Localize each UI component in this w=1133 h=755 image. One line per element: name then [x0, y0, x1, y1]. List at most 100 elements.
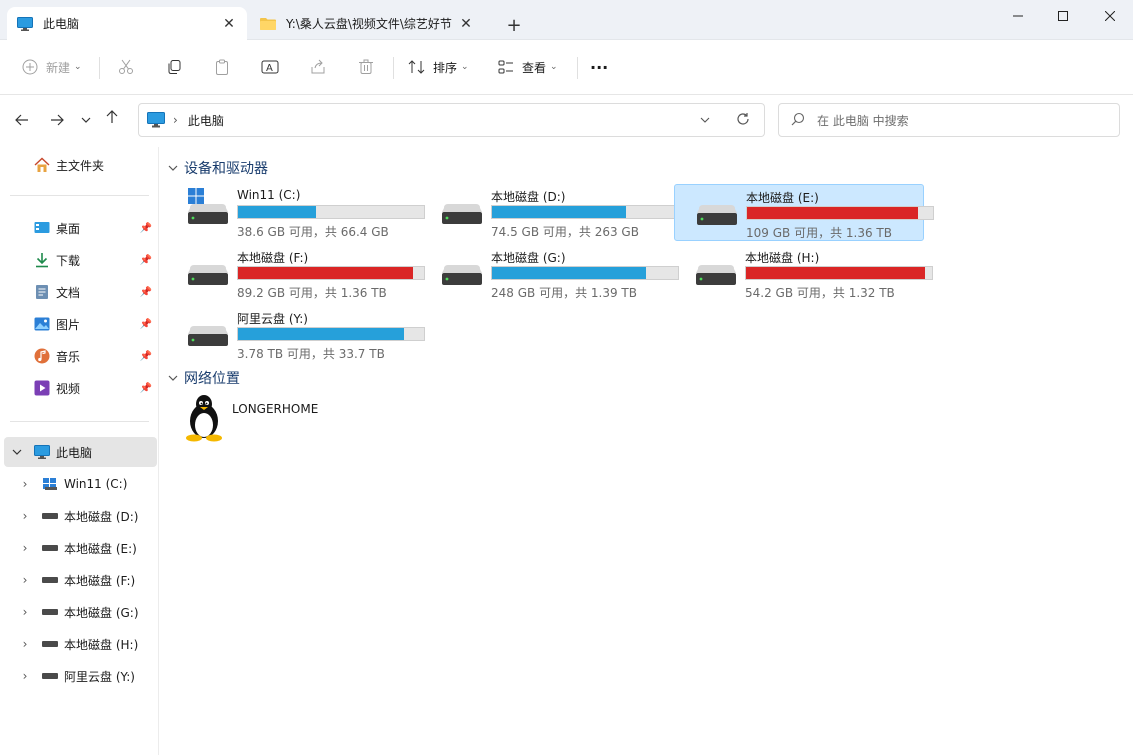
- drive-usage-bar: [237, 266, 425, 280]
- network-location-label: LONGERHOME: [232, 402, 319, 416]
- sidebar-item-music[interactable]: 音乐 📌: [0, 341, 157, 371]
- windows-logo-icon: [42, 476, 58, 492]
- tab-folder[interactable]: Y:\桑人云盘\视频文件\综艺好节 ✕: [250, 7, 484, 40]
- drive-tile[interactable]: 本地磁盘 (H:) 54.2 GB 可用，共 1.32 TB: [674, 245, 933, 302]
- pin-icon[interactable]: 📌: [140, 255, 152, 266]
- close-icon[interactable]: ✕: [458, 16, 474, 32]
- chevron-down-icon[interactable]: [168, 163, 178, 174]
- paste-button[interactable]: [212, 54, 232, 80]
- copy-icon: [164, 57, 184, 77]
- sidebar-item-drive-h[interactable]: › 本地磁盘 (H:): [0, 629, 157, 659]
- pin-icon[interactable]: 📌: [140, 351, 152, 362]
- sidebar-item-label: Win11 (C:): [64, 477, 128, 491]
- drive-usage-fill: [238, 328, 404, 340]
- delete-button[interactable]: [356, 54, 376, 80]
- sidebar-item-label: 音乐: [56, 349, 81, 364]
- drive-icon: [440, 261, 484, 289]
- clipboard-icon: [212, 57, 232, 77]
- close-window-button[interactable]: [1087, 0, 1133, 32]
- new-tab-button[interactable]: +: [500, 13, 528, 37]
- divider: [10, 195, 149, 196]
- sidebar-item-drive-y[interactable]: › 阿里云盘 (Y:): [0, 661, 157, 691]
- sidebar-item-label: 图片: [56, 317, 81, 332]
- minimize-button[interactable]: [995, 0, 1041, 32]
- sidebar-item-desktop[interactable]: 桌面 📌: [0, 213, 157, 243]
- sidebar-item-label: 阿里云盘 (Y:): [64, 669, 135, 684]
- navigation-bar: › 此电脑 在 此电脑 中搜索: [0, 95, 1133, 147]
- view-button[interactable]: 查看 ⌄: [496, 54, 558, 80]
- document-icon: [34, 284, 50, 300]
- sidebar-item-this-pc[interactable]: 此电脑: [4, 437, 157, 467]
- address-path[interactable]: 此电脑: [188, 112, 700, 129]
- sidebar-item-drive-g[interactable]: › 本地磁盘 (G:): [0, 597, 157, 627]
- share-button[interactable]: [308, 54, 328, 80]
- navigation-pane: 主文件夹 桌面 📌 下载 📌 文档 📌 图片 📌 音乐 📌 视频 📌 此电脑 ›…: [0, 147, 159, 755]
- pin-icon[interactable]: 📌: [140, 287, 152, 298]
- pin-icon[interactable]: 📌: [140, 383, 152, 394]
- drive-tile[interactable]: 本地磁盘 (G:) 248 GB 可用，共 1.39 TB: [420, 245, 679, 302]
- drive-name: 本地磁盘 (H:): [745, 251, 820, 265]
- pin-icon[interactable]: 📌: [140, 319, 152, 330]
- sidebar-item-drive-d[interactable]: › 本地磁盘 (D:): [0, 501, 157, 531]
- chevron-down-icon[interactable]: [10, 444, 24, 460]
- chevron-right-icon[interactable]: ›: [20, 572, 30, 588]
- sidebar-item-label: 文档: [56, 285, 81, 300]
- chevron-right-icon[interactable]: ›: [20, 636, 30, 652]
- chevron-right-icon[interactable]: ›: [20, 540, 30, 556]
- sidebar-item-drive-c[interactable]: › Win11 (C:): [0, 469, 157, 499]
- sidebar-item-drive-f[interactable]: › 本地磁盘 (F:): [0, 565, 157, 595]
- more-button[interactable]: ···: [590, 54, 608, 80]
- close-icon[interactable]: ✕: [221, 16, 237, 32]
- chevron-right-icon[interactable]: ›: [20, 668, 30, 684]
- chevron-down-icon: ⌄: [74, 62, 82, 72]
- sidebar-item-home[interactable]: 主文件夹: [0, 150, 157, 180]
- back-button[interactable]: [10, 109, 34, 131]
- drive-usage-bar: [237, 327, 425, 341]
- chevron-right-icon[interactable]: ›: [20, 604, 30, 620]
- chevron-down-icon[interactable]: [168, 373, 178, 384]
- sidebar-item-documents[interactable]: 文档 📌: [0, 277, 157, 307]
- network-section-header[interactable]: 网络位置: [168, 368, 240, 388]
- chevron-right-icon[interactable]: ›: [20, 476, 30, 492]
- drive-tile[interactable]: Win11 (C:) 38.6 GB 可用，共 66.4 GB: [166, 184, 425, 241]
- drive-icon: [42, 636, 58, 652]
- recent-locations-button[interactable]: [76, 109, 96, 131]
- close-icon: [1105, 11, 1115, 21]
- drive-usage-fill: [492, 206, 626, 218]
- sidebar-item-pictures[interactable]: 图片 📌: [0, 309, 157, 339]
- drive-usage-bar: [491, 266, 679, 280]
- drive-tile[interactable]: 本地磁盘 (D:) 74.5 GB 可用，共 263 GB: [420, 184, 679, 241]
- refresh-icon[interactable]: [736, 112, 756, 129]
- sidebar-item-label: 主文件夹: [56, 158, 105, 173]
- maximize-button[interactable]: [1040, 0, 1086, 32]
- forward-button[interactable]: [45, 109, 69, 131]
- address-bar[interactable]: › 此电脑: [138, 103, 765, 137]
- network-location-item[interactable]: LONGERHOME: [182, 392, 382, 442]
- sort-button[interactable]: 排序 ⌄: [407, 54, 469, 80]
- tab-this-pc[interactable]: 此电脑 ✕: [7, 7, 247, 40]
- sort-icon: [407, 57, 427, 77]
- pin-icon[interactable]: 📌: [140, 223, 152, 234]
- drive-tile[interactable]: 阿里云盘 (Y:) 3.78 TB 可用，共 33.7 TB: [166, 306, 425, 363]
- drive-icon: [694, 261, 738, 289]
- chevron-down-icon[interactable]: [700, 115, 720, 126]
- sidebar-item-downloads[interactable]: 下载 📌: [0, 245, 157, 275]
- desktop-icon: [34, 220, 50, 236]
- rename-button[interactable]: A: [260, 54, 280, 80]
- devices-section-header[interactable]: 设备和驱动器: [168, 158, 268, 178]
- sidebar-item-drive-e[interactable]: › 本地磁盘 (E:): [0, 533, 157, 563]
- drive-usage-fill: [747, 207, 919, 219]
- up-button[interactable]: [100, 106, 124, 128]
- drive-tile[interactable]: 本地磁盘 (F:) 89.2 GB 可用，共 1.36 TB: [166, 245, 425, 302]
- new-button[interactable]: 新建 ⌄: [20, 54, 82, 80]
- sidebar-item-label: 本地磁盘 (H:): [64, 637, 139, 652]
- sidebar-item-label: 视频: [56, 381, 81, 396]
- chevron-right-icon[interactable]: ›: [20, 508, 30, 524]
- copy-button[interactable]: [164, 54, 184, 80]
- search-input[interactable]: 在 此电脑 中搜索: [778, 103, 1120, 137]
- drive-tile[interactable]: 本地磁盘 (E:) 109 GB 可用，共 1.36 TB: [674, 184, 934, 241]
- sidebar-item-videos[interactable]: 视频 📌: [0, 373, 157, 403]
- sidebar-item-label: 下载: [56, 253, 81, 268]
- chevron-right-icon[interactable]: ›: [173, 113, 178, 127]
- cut-button[interactable]: [116, 54, 136, 80]
